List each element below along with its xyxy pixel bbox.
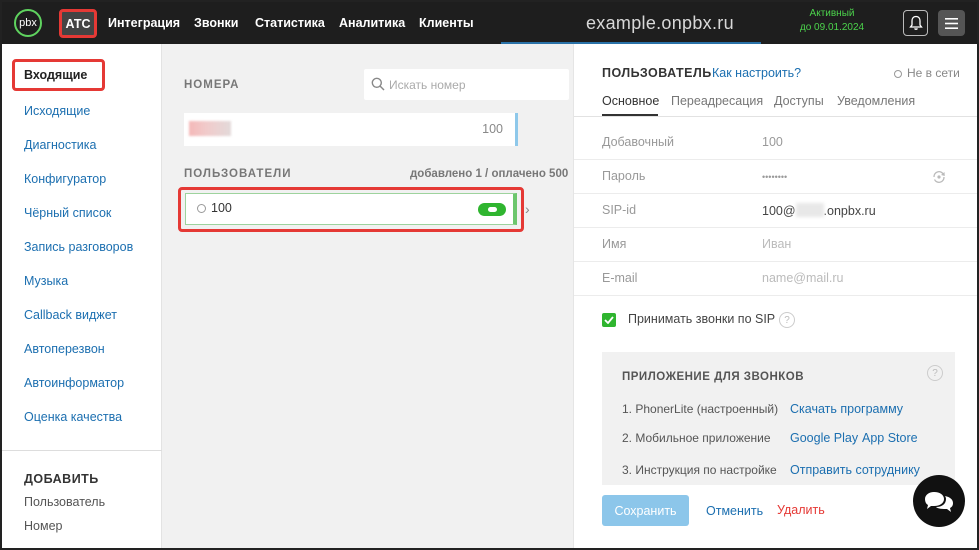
tab-notifications[interactable]: Уведомления xyxy=(837,94,915,108)
online-status: Не в сети xyxy=(894,66,960,80)
offline-circle-icon xyxy=(894,70,902,78)
user-extension-label: 100 xyxy=(211,201,232,215)
password-label: Пароль xyxy=(602,169,646,183)
top-navbar: pbx АТС Интеграция Звонки Статистика Ана… xyxy=(2,2,977,44)
nav-statistics[interactable]: Статистика xyxy=(255,2,325,44)
download-program-link[interactable]: Скачать программу xyxy=(790,402,903,416)
sip-id-suffix: .onpbx.ru xyxy=(823,204,876,218)
account-status-label: Активный xyxy=(809,8,855,19)
sip-id-value: 100@ .onpbx.ru xyxy=(762,203,876,218)
app-row-mobile: 2. Мобильное приложение xyxy=(622,431,771,445)
sip-id-row: SIP-id 100@ .onpbx.ru xyxy=(574,194,977,228)
how-to-configure-link[interactable]: Как настроить? xyxy=(712,66,801,80)
save-button[interactable]: Сохранить xyxy=(602,495,689,526)
blurred-phone-number xyxy=(189,121,231,136)
account-status: Активный до 09.01.2024 xyxy=(796,7,868,35)
extension-field[interactable]: 100 xyxy=(762,135,783,149)
delete-button[interactable]: Удалить xyxy=(777,503,825,517)
number-search[interactable] xyxy=(364,69,569,100)
panel-title: ПОЛЬЗОВАТЕЛЬ xyxy=(602,66,712,80)
bell-icon xyxy=(908,15,923,30)
sidebar-item-auto-callback[interactable]: Автоперезвон xyxy=(24,342,105,356)
extension-row: Добавочный 100 xyxy=(574,126,977,160)
nav-analytics[interactable]: Аналитика xyxy=(339,2,405,44)
support-chat-button[interactable] xyxy=(913,475,965,527)
password-field[interactable]: •••••••• xyxy=(762,172,787,182)
app-window: pbx АТС Интеграция Звонки Статистика Ана… xyxy=(0,0,979,550)
app-row-instructions: 3. Инструкция по настройке xyxy=(622,463,777,477)
sidebar-item-incoming[interactable]: Входящие xyxy=(12,59,105,91)
name-row: Имя Иван xyxy=(574,228,977,262)
sidebar-item-diagnostics[interactable]: Диагностика xyxy=(24,138,96,152)
sip-id-label: SIP-id xyxy=(602,203,637,217)
notifications-button[interactable] xyxy=(903,10,928,36)
user-row-highlight: 100 xyxy=(178,187,524,232)
nav-atc[interactable]: АТС xyxy=(59,9,97,38)
tab-main[interactable]: Основное xyxy=(602,94,659,108)
sidebar-item-quality-rating[interactable]: Оценка качества xyxy=(24,410,122,424)
add-user-link[interactable]: Пользователь xyxy=(24,495,105,509)
regenerate-password-icon[interactable] xyxy=(931,169,947,185)
users-section-title: ПОЛЬЗОВАТЕЛИ xyxy=(184,168,292,180)
cancel-button[interactable]: Отменить xyxy=(706,504,763,518)
search-number-input[interactable] xyxy=(389,75,559,95)
sidebar-item-outgoing[interactable]: Исходящие xyxy=(24,104,90,118)
nav-clients[interactable]: Клиенты xyxy=(419,2,474,44)
sidebar-divider xyxy=(2,450,162,451)
numbers-section-title: НОМЕРА xyxy=(184,79,240,91)
nav-calls[interactable]: Звонки xyxy=(194,2,238,44)
phone-number-row[interactable]: 100 xyxy=(184,113,518,146)
accept-sip-checkbox[interactable] xyxy=(602,313,616,327)
check-icon xyxy=(604,316,614,324)
calling-apps-title: ПРИЛОЖЕНИЕ ДЛЯ ЗВОНКОВ xyxy=(622,371,805,383)
google-play-link[interactable]: Google Play xyxy=(790,431,858,445)
add-section-title: ДОБАВИТЬ xyxy=(24,472,99,486)
active-tab-indicator xyxy=(602,114,658,116)
sidebar-item-blacklist[interactable]: Чёрный список xyxy=(24,206,111,220)
user-enabled-toggle[interactable] xyxy=(478,203,506,216)
main-menu-button[interactable] xyxy=(938,10,965,36)
help-icon[interactable]: ? xyxy=(779,312,795,328)
name-field[interactable]: Иван xyxy=(762,237,791,251)
tab-access[interactable]: Доступы xyxy=(774,94,824,108)
app-row-phonerlite: 1. PhonerLite (настроенный) xyxy=(622,402,779,416)
sidebar-item-configurator[interactable]: Конфигуратор xyxy=(24,172,106,186)
account-domain: example.onpbx.ru xyxy=(586,13,734,33)
password-row: Пароль •••••••• xyxy=(574,160,977,194)
tab-forwarding[interactable]: Переадресация xyxy=(671,94,763,108)
extension-label: Добавочный xyxy=(602,135,674,149)
number-extension: 100 xyxy=(482,122,503,136)
email-row: E-mail name@mail.ru xyxy=(574,262,977,296)
left-sidebar: Входящие Исходящие Диагностика Конфигура… xyxy=(2,44,162,548)
online-status-label: Не в сети xyxy=(907,66,960,80)
user-settings-panel: ПОЛЬЗОВАТЕЛЬ Как настроить? Не в сети Ос… xyxy=(573,44,977,548)
app-store-link[interactable]: App Store xyxy=(862,431,918,445)
sidebar-item-callback-widget[interactable]: Callback виджет xyxy=(24,308,117,322)
blurred-sip-domain xyxy=(795,203,824,217)
sip-id-prefix: 100@ xyxy=(762,204,796,218)
sidebar-item-call-recording[interactable]: Запись разговоров xyxy=(24,240,133,254)
calling-apps-box: ПРИЛОЖЕНИЕ ДЛЯ ЗВОНКОВ ? 1. PhonerLite (… xyxy=(602,352,955,485)
add-number-link[interactable]: Номер xyxy=(24,519,62,533)
apps-help-icon[interactable]: ? xyxy=(927,365,943,381)
accept-sip-label: Принимать звонки по SIP xyxy=(628,312,776,326)
sidebar-item-autoinformer[interactable]: Автоинформатор xyxy=(24,376,124,390)
email-field[interactable]: name@mail.ru xyxy=(762,271,843,285)
nav-integration[interactable]: Интеграция xyxy=(108,2,180,44)
send-to-employee-link[interactable]: Отправить сотруднику xyxy=(790,463,920,477)
chat-icon xyxy=(925,492,953,512)
user-row[interactable]: 100 xyxy=(185,193,517,225)
menu-icon xyxy=(945,17,958,29)
email-label: E-mail xyxy=(602,271,638,285)
account-status-date: до 09.01.2024 xyxy=(799,22,865,33)
pbx-logo[interactable]: pbx xyxy=(14,9,42,37)
search-icon xyxy=(371,77,385,91)
offline-status-dot xyxy=(197,204,206,213)
sidebar-item-music[interactable]: Музыка xyxy=(24,274,68,288)
tabs-divider xyxy=(574,116,977,117)
users-counter: добавлено 1 / оплачено 500 xyxy=(410,168,569,180)
chevron-right-icon: › xyxy=(525,201,530,217)
name-label: Имя xyxy=(602,237,627,251)
